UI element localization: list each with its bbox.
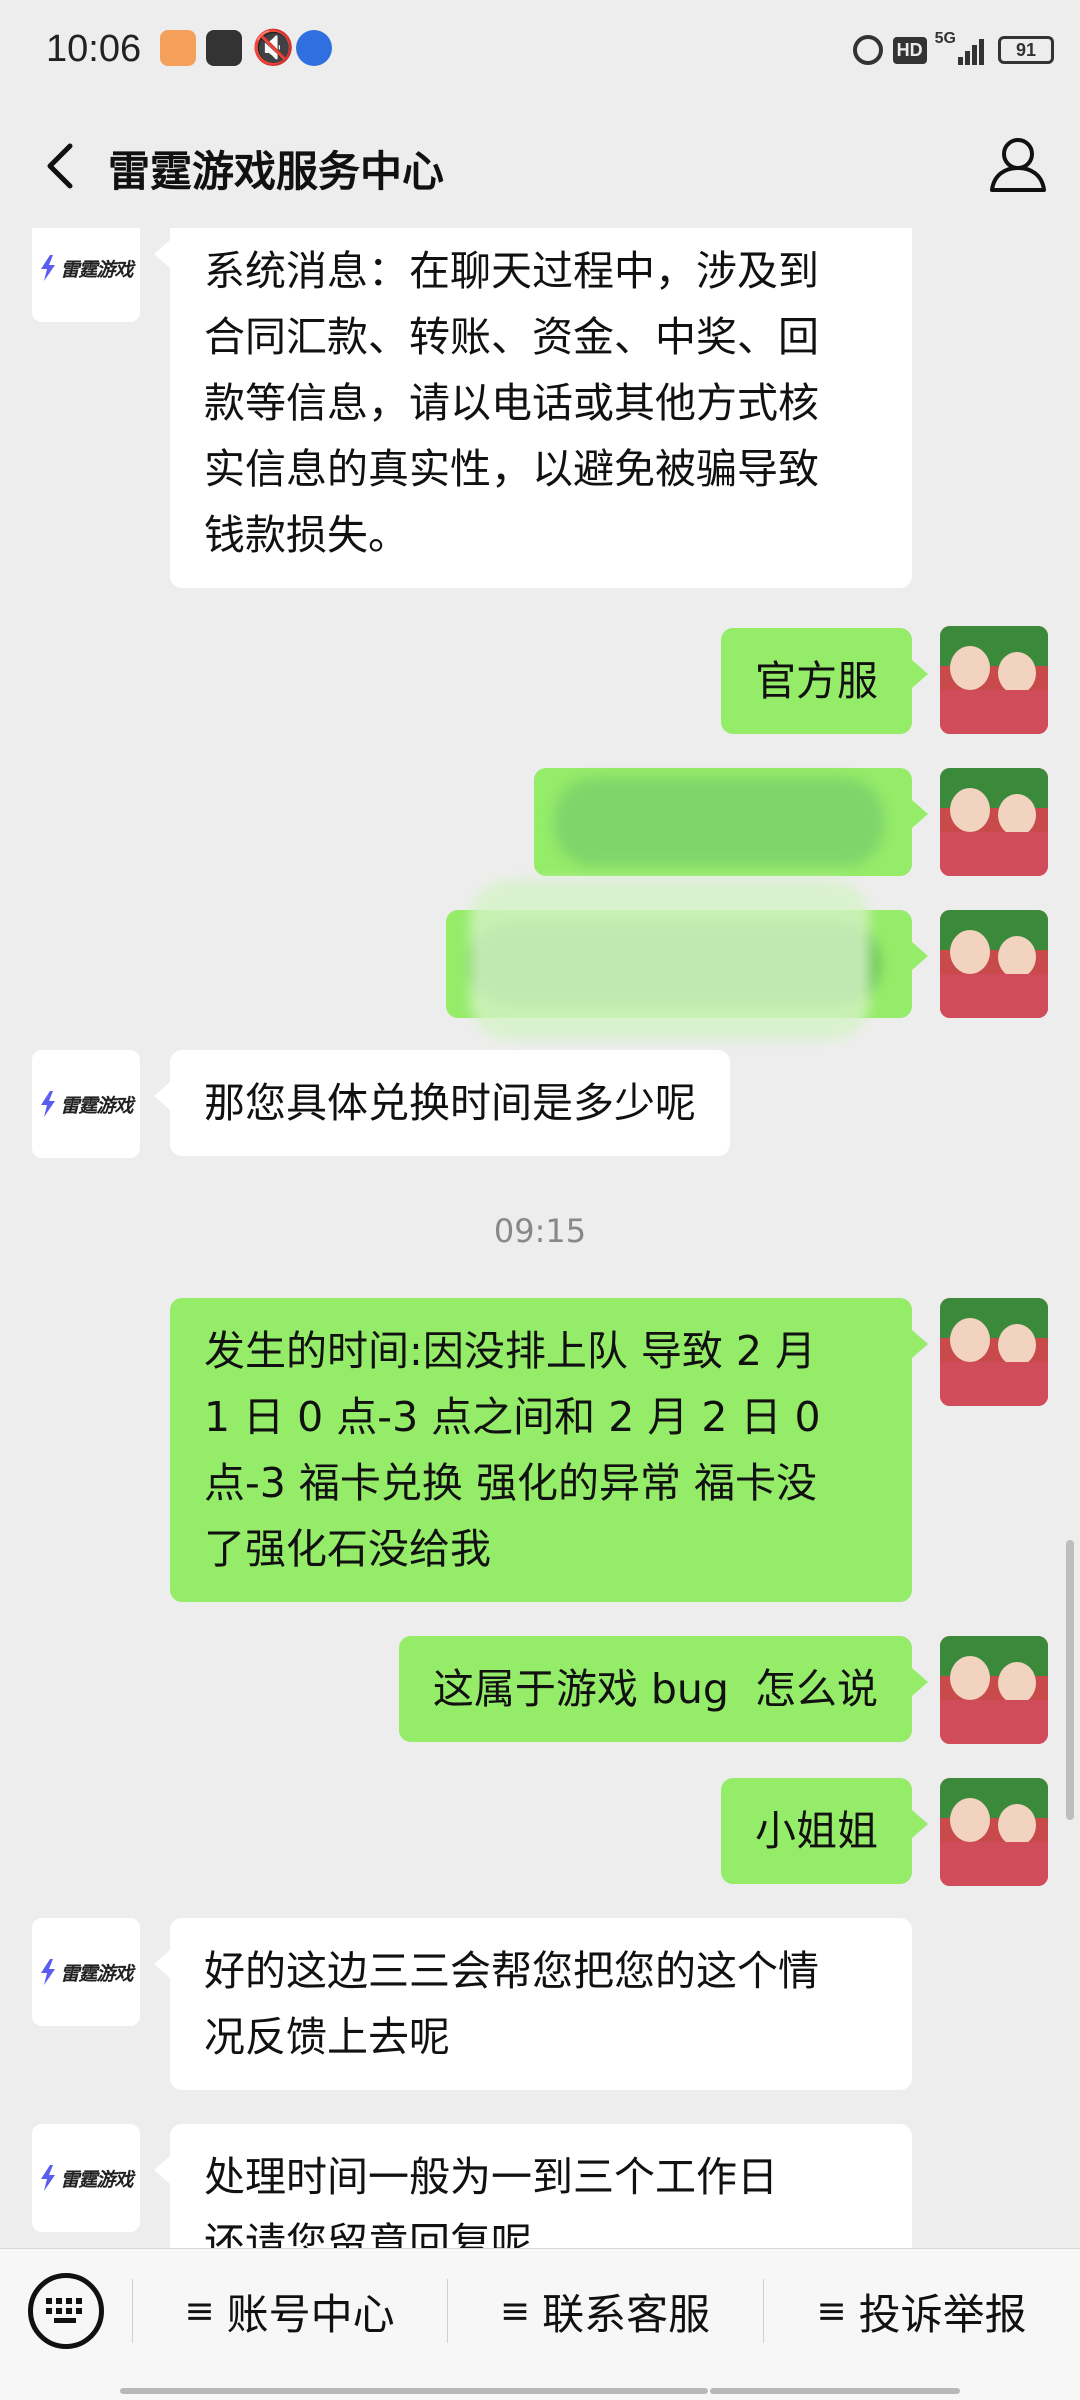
message-bubble-official[interactable]: 那您具体兑换时间是多少呢: [154, 1050, 730, 1156]
chevron-left-icon: [47, 143, 73, 189]
menu-underline: [372, 2388, 708, 2394]
keyboard-icon: [46, 2298, 82, 2323]
user-avatar[interactable]: [940, 1778, 1048, 1886]
message-timestamp: 09:15: [493, 1212, 587, 1250]
message-line: 这属于游戏 bug 怎么说: [432, 1665, 878, 1713]
bottom-menu-bar: ≡ 账号中心 ≡ 联系客服 ≡ 投诉举报: [0, 2248, 1080, 2400]
menu-item-label: 联系客服: [542, 2289, 711, 2339]
user-avatar[interactable]: [940, 626, 1048, 734]
baidu-icon: [296, 30, 332, 66]
message-line: 发生的时间:因没排上队 导致 2 月: [204, 1327, 816, 1375]
message-line: 况反馈上去呢: [204, 2013, 450, 2061]
chat-scrollbar[interactable]: [1066, 1540, 1074, 1820]
menu-contact-support[interactable]: ≡ 联系客服: [447, 2269, 763, 2353]
message-line: 钱款损失。: [204, 511, 409, 559]
hd-badge: HD: [892, 36, 927, 64]
message-line: 款等信息，请以电话或其他方式核: [204, 379, 819, 427]
message-line: 系统消息：在聊天过程中，涉及到: [204, 247, 819, 295]
official-avatar[interactable]: 雷霆游戏: [32, 2124, 140, 2232]
user-avatar[interactable]: [940, 910, 1048, 1018]
battery-icon: 91: [998, 36, 1054, 64]
message-line: 小姐姐: [755, 1807, 878, 1855]
official-avatar[interactable]: 雷霆游戏: [32, 1050, 140, 1158]
app-notification-icon: [160, 30, 196, 66]
user-avatar[interactable]: [940, 1298, 1048, 1406]
official-avatar[interactable]: 雷霆游戏: [32, 1918, 140, 2026]
message-bubble-user[interactable]: 这属于游戏 bug 怎么说: [398, 1636, 929, 1742]
user-avatar[interactable]: [940, 768, 1048, 876]
menu-list-icon: ≡: [499, 2290, 531, 2332]
official-logo: 雷霆游戏: [39, 1959, 134, 1986]
official-logo: 雷霆游戏: [39, 2165, 134, 2192]
status-right-icons: HD 5G 91: [852, 30, 1054, 70]
menu-list-icon: ≡: [184, 2290, 215, 2332]
message-line: 处理时间一般为一到三个工作日: [204, 2153, 778, 2201]
status-bar: 10:06 🔇 HD 5G 91: [0, 0, 1080, 104]
mute-icon: 🔇: [252, 28, 295, 68]
back-button[interactable]: [34, 134, 94, 198]
menu-underline: [710, 2388, 960, 2394]
menu-account-center[interactable]: ≡ 账号中心: [132, 2269, 447, 2353]
message-bubble-user[interactable]: 小姐姐: [721, 1778, 928, 1884]
message-line: 了强化石没给我: [204, 1525, 491, 1573]
message-line: 实信息的真实性，以避免被骗导致: [204, 445, 819, 493]
message-bubble-official[interactable]: 系统消息：在聊天过程中，涉及到 合同汇款、转账、资金、中奖、回 款等信息，请以电…: [154, 228, 912, 588]
alarm-icon: [852, 35, 883, 65]
message-line: 点-3 福卡兑换 强化的异常 福卡没: [204, 1459, 817, 1507]
profile-button[interactable]: [986, 132, 1050, 196]
message-bubble-official[interactable]: 好的这边三三会帮您把您的这个情 况反馈上去呢: [154, 1918, 912, 2090]
person-icon: [990, 138, 1046, 192]
official-logo: 雷霆游戏: [39, 255, 134, 282]
message-line: 合同汇款、转账、资金、中奖、回: [204, 313, 819, 361]
message-line: 那您具体兑换时间是多少呢: [204, 1079, 696, 1127]
status-time: 10:06: [46, 28, 142, 70]
message-bubble-official[interactable]: 处理时间一般为一到三个工作日 还请您留意回复呢: [154, 2124, 912, 2248]
menu-item-label: 投诉举报: [858, 2289, 1027, 2339]
redaction-blur: [554, 778, 884, 866]
message-line: 1 日 0 点-3 点之间和 2 月 2 日 0: [204, 1393, 821, 1441]
menu-complaint-report[interactable]: ≡ 投诉举报: [763, 2269, 1080, 2353]
official-avatar[interactable]: 雷霆游戏: [32, 228, 140, 322]
redaction-smudge: [470, 880, 870, 1040]
page-title: 雷霆游戏服务中心: [108, 147, 445, 196]
user-avatar[interactable]: [940, 1636, 1048, 1744]
message-line: 官方服: [755, 657, 878, 705]
message-notification-icon: [206, 30, 242, 66]
menu-item-label: 账号中心: [226, 2289, 395, 2339]
keyboard-toggle-button[interactable]: [28, 2273, 104, 2349]
message-bubble-user[interactable]: 发生的时间:因没排上队 导致 2 月 1 日 0 点-3 点之间和 2 月 2 …: [170, 1298, 928, 1602]
message-line: 好的这边三三会帮您把您的这个情: [204, 1947, 819, 1995]
message-bubble-user[interactable]: 官方服: [721, 628, 928, 734]
message-bubble-user-redacted[interactable]: [534, 768, 928, 876]
chat-area[interactable]: 雷霆游戏 系统消息：在聊天过程中，涉及到 合同汇款、转账、资金、中奖、回 款等信…: [0, 228, 1080, 2248]
network-label: 5G: [934, 30, 956, 47]
message-line: 还请您留意回复呢: [204, 2219, 532, 2248]
official-logo: 雷霆游戏: [39, 1091, 134, 1118]
chat-header: 雷霆游戏服务中心: [0, 104, 1080, 228]
signal-icon: [958, 35, 984, 65]
menu-list-icon: ≡: [816, 2290, 847, 2332]
